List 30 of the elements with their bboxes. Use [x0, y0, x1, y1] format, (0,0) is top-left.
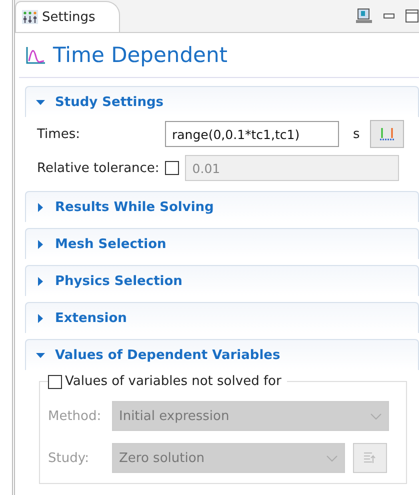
times-label: Times: [37, 126, 81, 142]
values-checkbox[interactable] [48, 374, 62, 388]
chart-icon [25, 45, 47, 65]
checkbox-label: Values of variables not solved for [65, 374, 282, 389]
expanded-triangle-icon [36, 350, 45, 360]
chevron-icon [326, 454, 338, 462]
document-arrow-icon [362, 450, 378, 466]
sliders-icon [22, 10, 38, 24]
collapsed-triangle-icon [36, 240, 45, 248]
maximize-icon[interactable] [405, 9, 419, 23]
method-label: Method: [48, 408, 102, 424]
window-title: Time Dependent [53, 43, 228, 67]
section-header[interactable]: Results While Solving [25, 191, 419, 222]
section-header[interactable]: Study Settings [25, 86, 419, 117]
collapsed-triangle-icon [36, 202, 45, 212]
section-header[interactable]: Extension [25, 302, 419, 333]
tolerance-label: Relative tolerance: [37, 160, 160, 176]
study-label: Study: [48, 450, 90, 466]
section-header[interactable]: Mesh Selection [25, 228, 419, 259]
collapsed-triangle-icon [36, 314, 45, 322]
settings-tab[interactable]: Settings [15, 1, 120, 32]
section-header[interactable]: Physics Selection [25, 265, 419, 296]
chevron-icon [370, 412, 382, 420]
times-field[interactable]: range(0,0.1*tc1,tc1) [165, 121, 339, 147]
expanded-triangle-icon [36, 98, 45, 106]
minimize-icon[interactable] [383, 12, 395, 20]
range-icon [378, 127, 395, 141]
section-header[interactable]: Values of Dependent Variables [25, 339, 419, 370]
unit-label: s [353, 126, 360, 142]
collapsed-triangle-icon [36, 276, 45, 286]
